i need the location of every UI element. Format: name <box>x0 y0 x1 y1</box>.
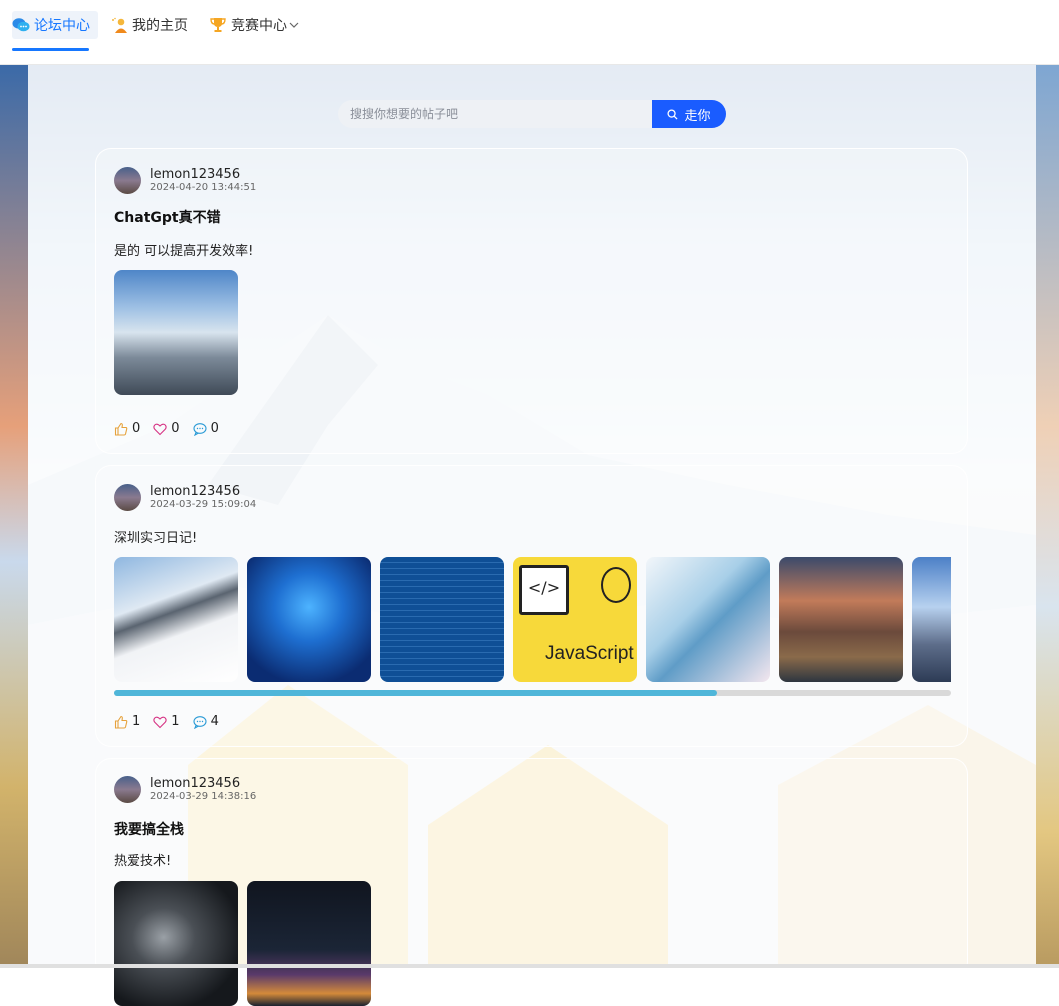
post-stats: 1 1 4 <box>114 714 232 729</box>
scrollbar-thumb[interactable] <box>114 690 717 696</box>
post-content: 热爱技术! <box>114 854 172 869</box>
search-input[interactable] <box>338 100 652 128</box>
comment-count: 0 <box>210 421 219 436</box>
post-time: 2024-03-29 15:09:04 <box>150 498 257 510</box>
comment-button[interactable]: 4 <box>193 714 219 729</box>
night-city-skyline-photo[interactable] <box>247 881 371 1006</box>
author-name: lemon123456 <box>150 483 241 499</box>
comment-count: 4 <box>210 714 219 729</box>
post-image-list <box>114 270 247 395</box>
author-name: lemon123456 <box>150 166 241 182</box>
post-author: lemon123456 2024-03-29 14:38:16 <box>114 776 256 803</box>
horizontal-scrollbar-track[interactable] <box>0 964 1059 968</box>
nav-label-competition-center: 竞赛中心 <box>231 18 287 34</box>
blue-feather-image[interactable] <box>646 557 770 682</box>
avatar[interactable] <box>114 484 141 511</box>
author-name: lemon123456 <box>150 775 241 791</box>
search-icon <box>667 108 679 120</box>
post-author: lemon123456 2024-03-29 15:09:04 <box>114 484 256 511</box>
thumbs-up-icon <box>114 422 128 436</box>
city-river-sunset-photo[interactable] <box>779 557 903 682</box>
js-badge-icon <box>601 567 631 603</box>
post-card[interactable]: lemon123456 2024-03-29 15:09:04 深圳实习日记! … <box>95 465 968 747</box>
post-author: lemon123456 2024-04-20 13:44:51 <box>114 167 256 194</box>
like-button[interactable]: 1 <box>114 714 140 729</box>
favorite-button[interactable]: 1 <box>153 714 180 729</box>
post-title[interactable]: ChatGpt真不错 <box>114 207 221 227</box>
post-search-bar: 走你 <box>338 100 726 128</box>
beach-clouds-photo[interactable] <box>114 270 238 395</box>
avatar[interactable] <box>114 776 141 803</box>
nav-label-my-homepage: 我的主页 <box>132 18 188 34</box>
favorite-count: 0 <box>171 421 180 436</box>
heart-icon <box>153 715 167 729</box>
avatar[interactable] <box>114 167 141 194</box>
heart-icon <box>153 422 167 436</box>
image-list-scrollbar[interactable] <box>114 690 951 696</box>
post-card[interactable]: lemon123456 2024-03-29 14:38:16 我要搞全栈 热爱… <box>95 758 968 1006</box>
dark-smoke-abstract-image[interactable] <box>114 881 238 1006</box>
anime-sky-landscape-image[interactable] <box>912 557 951 682</box>
like-count: 1 <box>132 714 141 729</box>
nav-item-forum-center[interactable]: 论坛中心 <box>12 0 98 50</box>
javascript-logo-image[interactable]: </> JavaScript <box>513 557 637 682</box>
nav-label-forum-center: 论坛中心 <box>34 18 90 34</box>
favorite-count: 1 <box>171 714 180 729</box>
post-stats: 0 0 0 <box>114 421 232 436</box>
post-title[interactable]: 我要搞全栈 <box>114 819 184 839</box>
post-time: 2024-03-29 14:38:16 <box>150 790 257 802</box>
nav-item-competition-center[interactable]: 竞赛中心 <box>209 0 299 50</box>
hacker-blue-code-image[interactable] <box>247 557 371 682</box>
comment-button[interactable]: 0 <box>193 421 219 436</box>
post-card[interactable]: lemon123456 2024-04-20 13:44:51 ChatGpt真… <box>95 148 968 454</box>
post-image-list: </> JavaScript <box>114 557 951 682</box>
post-image-list <box>114 881 380 1006</box>
snow-mountain-hikers-photo[interactable] <box>114 557 238 682</box>
nav-item-my-homepage[interactable]: 我的主页 <box>110 0 188 50</box>
active-nav-underline <box>12 48 89 51</box>
top-navigation: 论坛中心 我的主页 竞赛中心 <box>0 0 1059 65</box>
javascript-caption: JavaScript <box>545 643 634 664</box>
comment-icon <box>193 422 207 436</box>
monitor-code-icon: </> <box>519 565 569 615</box>
comment-icon <box>193 715 207 729</box>
like-count: 0 <box>132 421 141 436</box>
post-time: 2024-04-20 13:44:51 <box>150 181 257 193</box>
code-list-poster-image[interactable] <box>380 557 504 682</box>
post-content: 深圳实习日记! <box>114 531 198 546</box>
thumbs-up-icon <box>114 715 128 729</box>
user-person-icon <box>110 16 128 34</box>
post-content: 是的 可以提高开发效率! <box>114 244 254 259</box>
chat-bubbles-icon <box>12 16 30 34</box>
search-button-label: 走你 <box>684 108 711 124</box>
chevron-down-icon <box>289 20 299 30</box>
like-button[interactable]: 0 <box>114 421 140 436</box>
favorite-button[interactable]: 0 <box>153 421 180 436</box>
search-button[interactable]: 走你 <box>652 100 726 128</box>
trophy-icon <box>209 16 227 34</box>
